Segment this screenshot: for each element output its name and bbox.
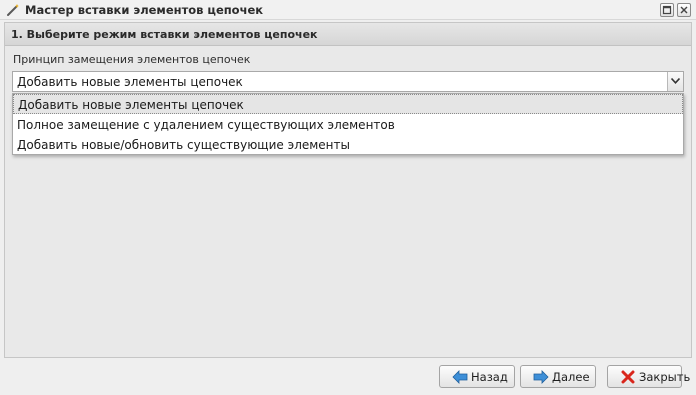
dropdown-option[interactable]: Добавить новые элементы цепочек [13, 94, 683, 114]
window-close-button[interactable] [677, 3, 691, 17]
arrow-left-icon [452, 370, 468, 384]
dropdown-option[interactable]: Добавить новые/обновить существующие эле… [13, 135, 683, 155]
dropdown-option[interactable]: Полное замещение с удалением существующи… [13, 115, 683, 135]
window-titlebar: Мастер вставки элементов цепочек [0, 0, 696, 20]
maximize-icon [662, 5, 672, 15]
red-x-icon [620, 370, 636, 384]
back-button-label: Назад [471, 370, 508, 384]
close-button-label: Закрыть [639, 370, 691, 384]
chevron-down-icon [671, 78, 680, 84]
close-button[interactable]: Закрыть [607, 365, 690, 388]
dropdown-trigger[interactable] [667, 72, 683, 91]
next-button-label: Далее [552, 370, 590, 384]
maximize-button[interactable] [660, 3, 674, 17]
replacement-mode-value: Добавить новые элементы цепочек [17, 75, 243, 89]
step-header: 1. Выберите режим вставки элементов цепо… [5, 23, 691, 46]
replacement-mode-select[interactable]: Добавить новые элементы цепочек [12, 71, 684, 92]
replacement-mode-options: Добавить новые элементы цепочек Полное з… [12, 93, 684, 155]
back-button[interactable]: Назад [439, 365, 515, 388]
window-title: Мастер вставки элементов цепочек [25, 3, 264, 17]
step-title: 1. Выберите режим вставки элементов цепо… [11, 28, 318, 41]
next-button[interactable]: Далее [520, 365, 596, 388]
magic-wand-icon [6, 3, 20, 17]
close-icon [680, 6, 688, 14]
replacement-mode-label: Принцип замещения элементов цепочек [13, 53, 251, 66]
arrow-right-icon [533, 370, 549, 384]
